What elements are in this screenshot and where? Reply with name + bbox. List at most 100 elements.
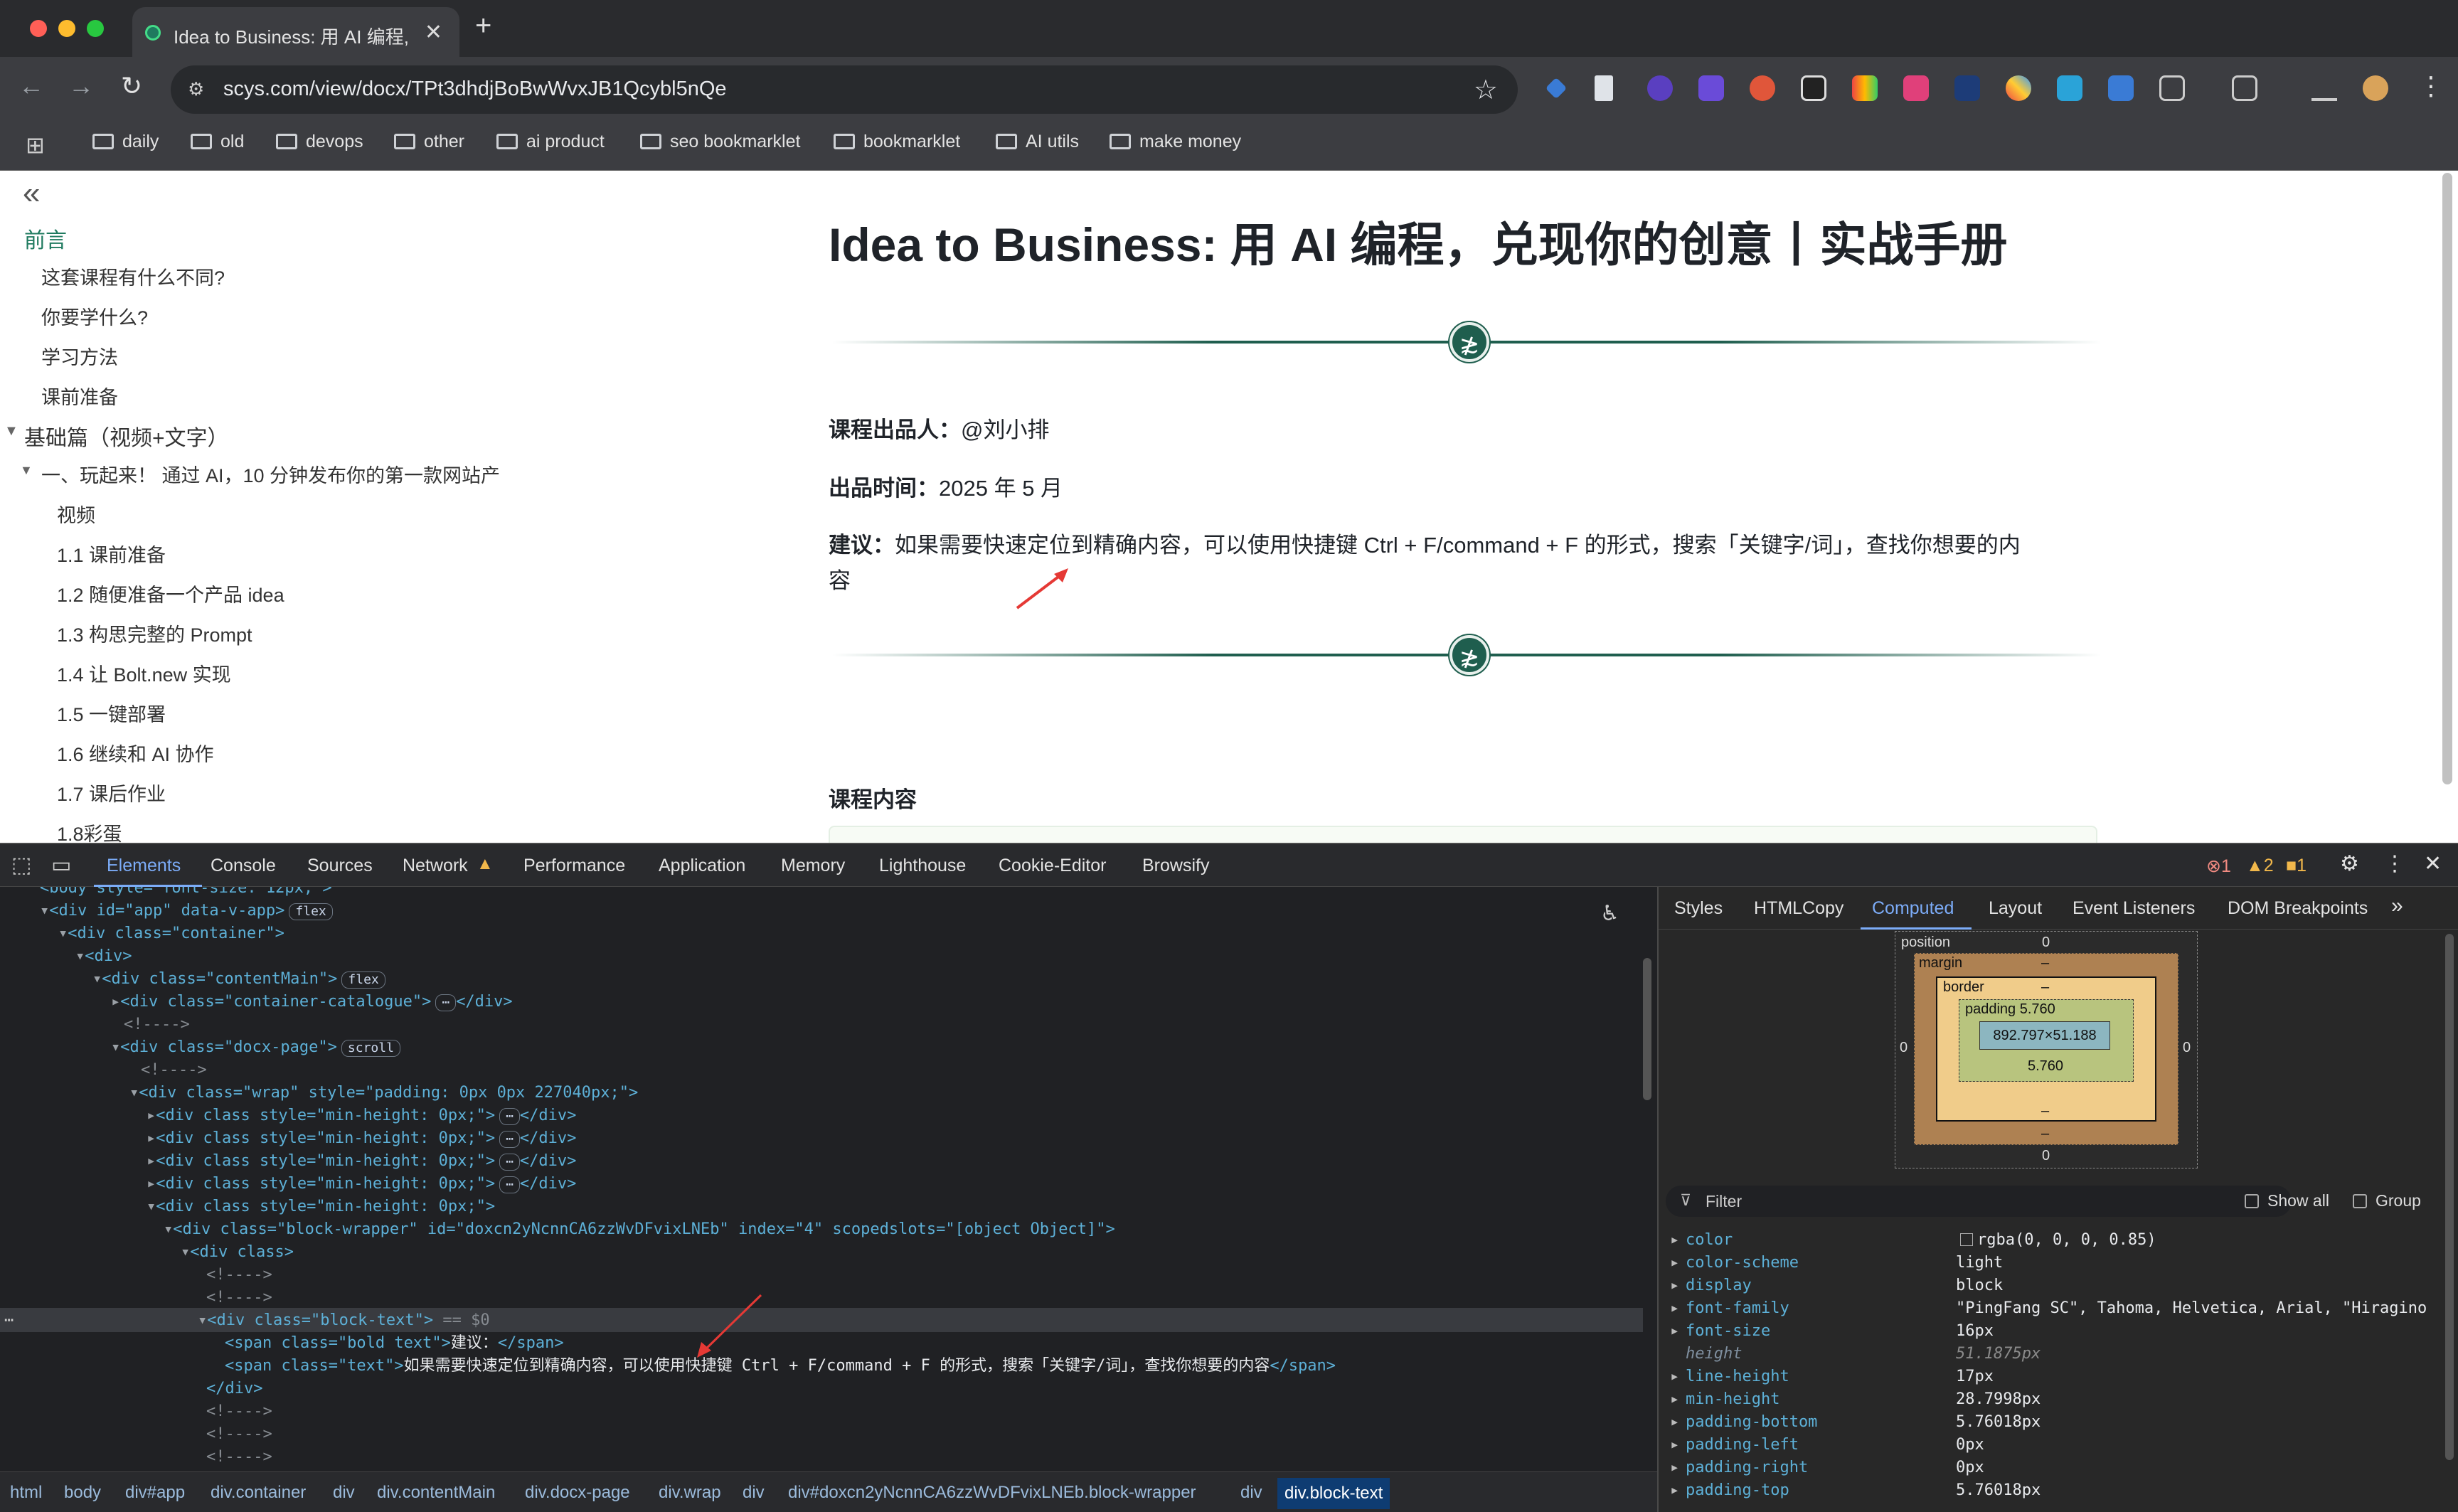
sidebar-item[interactable]: 基础篇（视频+文字） xyxy=(24,420,229,452)
extension-crop-icon[interactable] xyxy=(1954,75,1980,101)
dom-comment[interactable]: <!----> xyxy=(124,1013,190,1036)
filter-input[interactable]: ⊽ Filter xyxy=(1666,1186,2292,1217)
dom-node[interactable]: ▾<div class> xyxy=(181,1241,294,1264)
breadcrumb-item[interactable]: div.docx-page xyxy=(525,1483,630,1503)
breadcrumb-item[interactable]: div.contentMain xyxy=(377,1483,495,1503)
property-name[interactable]: display xyxy=(1686,1277,1752,1294)
sidebar-tab[interactable]: Layout xyxy=(1989,898,2042,919)
extension-color-icon[interactable] xyxy=(2006,75,2031,101)
devtools-tab[interactable]: Console xyxy=(211,856,276,876)
info-count[interactable]: ■1 xyxy=(2286,856,2307,876)
devtools-close-icon[interactable]: ✕ xyxy=(2424,851,2442,876)
extension-flower-icon[interactable] xyxy=(1750,75,1775,101)
site-info-icon[interactable]: ⚙ xyxy=(188,78,209,100)
dom-node[interactable]: ▾<div id="app" data-v-app> flex xyxy=(40,900,333,922)
collapsed-ellipsis[interactable]: ⋯ xyxy=(499,1154,520,1171)
breadcrumb-item[interactable]: div xyxy=(333,1483,355,1503)
property-name[interactable]: padding-left xyxy=(1686,1436,1799,1454)
error-count[interactable]: ⊗1 xyxy=(2206,856,2231,877)
expand-icon[interactable]: ▸ xyxy=(1670,1322,1679,1340)
extension-t-icon[interactable] xyxy=(1852,75,1878,101)
tab-search-icon[interactable] xyxy=(2232,75,2257,101)
property-name[interactable]: padding-top xyxy=(1686,1481,1789,1499)
sidebar-tab[interactable]: Styles xyxy=(1674,898,1723,919)
close-tab-icon[interactable]: ✕ xyxy=(425,20,442,45)
profile-avatar[interactable] xyxy=(2363,75,2388,101)
extension-tdk-icon[interactable] xyxy=(1698,75,1724,101)
sidebar-item[interactable]: 1.8彩蛋 xyxy=(57,819,122,843)
breadcrumb-item[interactable]: html xyxy=(10,1483,42,1503)
expand-icon[interactable]: ▸ xyxy=(1670,1231,1679,1249)
sidebar-item[interactable]: 1.2 随便准备一个产品 idea xyxy=(57,580,284,607)
close-window-button[interactable] xyxy=(30,20,47,37)
sidebar-item[interactable]: 这套课程有什么不同? xyxy=(41,262,225,290)
apps-grid-icon[interactable]: ⊞ xyxy=(26,132,45,159)
property-name[interactable]: line-height xyxy=(1686,1368,1789,1385)
extension-lock-icon[interactable] xyxy=(2108,75,2134,101)
dom-comment[interactable]: <!----> xyxy=(206,1264,272,1287)
devtools-tab[interactable]: Lighthouse xyxy=(879,856,966,876)
dom-node[interactable]: ▾<div class="docx-page"> scroll xyxy=(111,1036,400,1059)
expand-icon[interactable]: ▸ xyxy=(1670,1368,1679,1385)
download-icon[interactable] xyxy=(2311,75,2337,101)
extension-m-icon[interactable] xyxy=(2057,75,2082,101)
bookmark-folder[interactable]: other xyxy=(394,132,464,152)
sidebar-tab[interactable]: HTMLCopy xyxy=(1754,898,1844,919)
minimize-window-button[interactable] xyxy=(58,20,75,37)
sidebar-item[interactable]: 学习方法 xyxy=(41,342,118,370)
bookmark-folder[interactable]: devops xyxy=(276,132,363,152)
forward-icon[interactable]: → xyxy=(68,71,94,101)
sidebar-item[interactable]: 你要学什么? xyxy=(41,302,148,330)
dom-node[interactable]: ▾<div class="contentMain"> flex xyxy=(92,968,385,991)
dom-node[interactable]: ▸<div class style="min-height: 0px;"> ⋯ </… xyxy=(147,1127,576,1150)
property-name[interactable]: color xyxy=(1686,1231,1733,1249)
group-checkbox[interactable] xyxy=(2353,1194,2367,1208)
bookmark-folder[interactable]: daily xyxy=(92,132,159,152)
dom-node[interactable]: ▾<div class="container"> xyxy=(58,922,284,945)
property-name[interactable]: padding-right xyxy=(1686,1459,1808,1476)
dom-comment[interactable]: <!----> xyxy=(206,1446,272,1469)
bookmark-folder[interactable]: make money xyxy=(1110,132,1241,152)
dom-node[interactable]: ▾<div class style="min-height: 0px;"> xyxy=(147,1196,495,1218)
flex-badge[interactable]: flex xyxy=(289,903,333,920)
show-all-checkbox[interactable] xyxy=(2245,1194,2259,1208)
bookmark-star-icon[interactable]: ☆ xyxy=(1474,74,1498,106)
zoom-window-button[interactable] xyxy=(87,20,104,37)
expand-icon[interactable]: ▸ xyxy=(1670,1390,1679,1408)
extension-translate-icon[interactable] xyxy=(1903,75,1929,101)
sidebar-item[interactable]: 1.1 课前准备 xyxy=(57,540,166,568)
expand-icon[interactable]: ▸ xyxy=(1670,1413,1679,1431)
property-name[interactable]: font-family xyxy=(1686,1299,1789,1317)
reload-icon[interactable]: ↻ xyxy=(121,71,142,101)
bookmark-folder[interactable]: old xyxy=(191,132,244,152)
collapsed-ellipsis[interactable]: ⋯ xyxy=(499,1108,520,1125)
dom-node[interactable]: ▾<div class="block-wrapper" id="doxcn2yN… xyxy=(164,1218,1115,1241)
sidebar-tab[interactable]: Event Listeners xyxy=(2073,898,2195,919)
expand-icon[interactable]: ▸ xyxy=(1670,1254,1679,1272)
scroll-badge[interactable]: scroll xyxy=(341,1040,400,1057)
sidebar-item[interactable]: 1.3 构思完整的 Prompt xyxy=(57,619,252,647)
devtools-tab[interactable]: Sources xyxy=(307,856,373,876)
sidebar-item[interactable]: 1.4 让 Bolt.new 实现 xyxy=(57,659,231,687)
inspect-element-icon[interactable]: ⬚ xyxy=(11,853,31,878)
collapsed-ellipsis[interactable]: ⋯ xyxy=(499,1176,520,1193)
devtools-settings-icon[interactable]: ⚙ xyxy=(2340,851,2359,876)
elements-scrollbar[interactable] xyxy=(1643,958,1651,1100)
expand-caret-icon[interactable]: ▼ xyxy=(20,463,33,478)
page-scrollbar[interactable] xyxy=(2442,173,2452,784)
device-toolbar-icon[interactable]: ▭ xyxy=(51,853,71,878)
sidebar-item[interactable]: 课前准备 xyxy=(41,382,118,410)
bookmark-folder[interactable]: seo bookmarklet xyxy=(640,132,800,152)
sidebar-item[interactable]: 视频 xyxy=(57,500,95,528)
expand-icon[interactable]: ▸ xyxy=(1670,1481,1679,1499)
expand-icon[interactable]: ▸ xyxy=(1670,1459,1679,1476)
sidebar-item[interactable]: 一、玩起来！ 通过 AI，10 分钟发布你的第一款网站产 xyxy=(41,460,500,488)
breadcrumb-item[interactable]: div xyxy=(743,1483,765,1503)
devtools-tab[interactable]: Performance xyxy=(523,856,625,876)
collapse-sidebar-icon[interactable]: « xyxy=(23,176,40,211)
property-name[interactable]: padding-bottom xyxy=(1686,1413,1817,1431)
dom-node[interactable]: <span class="bold text">建议：</span> xyxy=(225,1332,564,1355)
devtools-menu-icon[interactable]: ⋮ xyxy=(2384,851,2405,876)
property-name[interactable]: min-height xyxy=(1686,1390,1779,1408)
dom-node-selected[interactable]: ▾<div class="block-text"> == $0 xyxy=(198,1309,490,1332)
